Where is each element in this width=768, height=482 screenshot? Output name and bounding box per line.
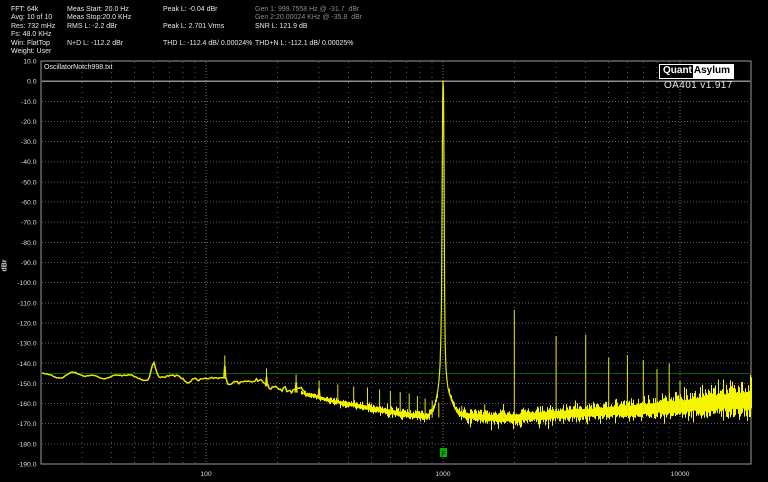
svg-text:-30.0: -30.0: [21, 139, 37, 146]
svg-text:-10.0: -10.0: [21, 99, 37, 106]
svg-text:10.0: 10.0: [23, 59, 36, 66]
svg-text:-90.0: -90.0: [21, 260, 37, 267]
svg-text:-80.0: -80.0: [21, 240, 37, 247]
svg-text:-170.0: -170.0: [17, 421, 36, 428]
svg-text:100: 100: [200, 471, 212, 478]
svg-text:-120.0: -120.0: [17, 320, 36, 327]
svg-text:10000: 10000: [671, 471, 690, 478]
svg-text:-190.0: -190.0: [17, 462, 36, 469]
svg-text:1000: 1000: [435, 471, 450, 478]
svg-text:-40.0: -40.0: [21, 159, 37, 166]
svg-text:-180.0: -180.0: [17, 441, 36, 448]
svg-text:-150.0: -150.0: [17, 381, 36, 388]
svg-text:-110.0: -110.0: [18, 300, 37, 307]
svg-text:-140.0: -140.0: [17, 361, 36, 368]
svg-text:-100.0: -100.0: [17, 280, 36, 287]
svg-text:-70.0: -70.0: [21, 220, 37, 227]
svg-text:0.0: 0.0: [27, 79, 37, 86]
svg-text:-160.0: -160.0: [17, 401, 36, 408]
svg-text:-20.0: -20.0: [21, 119, 37, 126]
svg-text:-50.0: -50.0: [21, 179, 37, 186]
svg-text:-130.0: -130.0: [17, 341, 36, 348]
svg-text:-60.0: -60.0: [21, 200, 37, 207]
svg-text:F: F: [442, 452, 446, 458]
